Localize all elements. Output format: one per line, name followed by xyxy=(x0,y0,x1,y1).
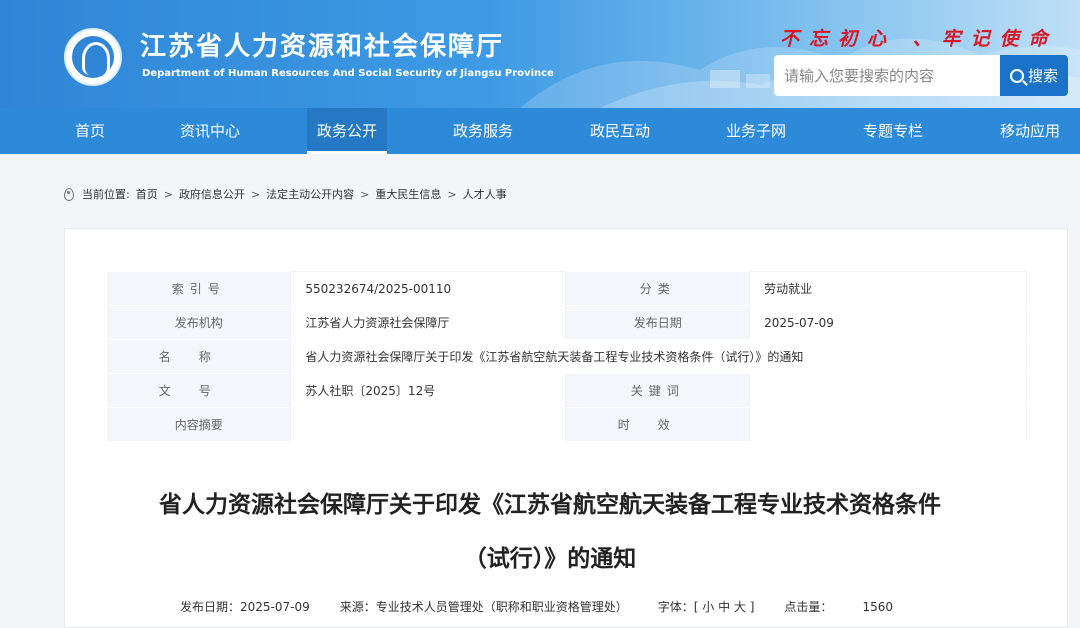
nav-item-business[interactable]: 业务子网 xyxy=(716,108,796,154)
nav-item-topics[interactable]: 专题专栏 xyxy=(853,108,933,154)
meta-value xyxy=(749,407,1027,442)
breadcrumb-item[interactable]: 人才人事 xyxy=(463,186,507,202)
source: 来源：专业技术人员管理处（职称和职业资格管理处） xyxy=(339,600,628,614)
main-nav: 首页 资讯中心 政务公开 政务服务 政民互动 业务子网 专题专栏 移动应用 xyxy=(0,108,1080,154)
font-size-selector[interactable]: 字体：[ 小 中 大 ] xyxy=(658,598,755,615)
site-logo[interactable] xyxy=(64,28,122,86)
breadcrumb-separator: > xyxy=(447,187,457,201)
nav-item-interaction[interactable]: 政民互动 xyxy=(580,108,660,154)
site-title[interactable]: 江苏省人力资源和社会保障厅 xyxy=(140,26,504,63)
breadcrumb-item[interactable]: 首页 xyxy=(136,186,158,202)
table-row: 内容摘要 时效 xyxy=(107,407,1027,442)
breadcrumb-separator: > xyxy=(163,187,173,201)
slogan: 不忘初心 、牢记使命 xyxy=(780,28,1058,50)
breadcrumb-item[interactable]: 政府信息公开 xyxy=(179,186,245,202)
document-title: 省人力资源社会保障厅关于印发《江苏省航空航天装备工程专业技术资格条件 （试行）》… xyxy=(100,478,1000,586)
breadcrumb-separator: > xyxy=(250,187,261,201)
breadcrumb: 当前位置: 首页 > 政府信息公开 > 法定主动公开内容 > 重大民生信息 > … xyxy=(64,186,507,202)
search-button-label: 搜索 xyxy=(1027,67,1058,85)
breadcrumb-separator: > xyxy=(360,187,370,201)
document-title-line: 省人力资源社会保障厅关于印发《江苏省航空航天装备工程专业技术资格条件 xyxy=(159,492,941,518)
meta-value: 苏人社职〔2025〕12号 xyxy=(290,373,567,408)
meta-key: 关键词 xyxy=(565,373,750,408)
table-row: 索引号 550232674/2025-00110 分类 劳动就业 xyxy=(107,271,1027,306)
table-row: 文号 苏人社职〔2025〕12号 关键词 xyxy=(107,373,1027,408)
document-meta-table: 索引号 550232674/2025-00110 分类 劳动就业 发布机构 江苏… xyxy=(107,271,1027,442)
meta-key: 发布日期 xyxy=(565,305,750,340)
click-count: 点击量： 1560 xyxy=(784,600,893,614)
meta-value xyxy=(749,373,1027,408)
meta-key: 分类 xyxy=(565,271,750,306)
breadcrumb-prefix: 当前位置: xyxy=(82,188,130,201)
nav-item-gov-affairs[interactable]: 政务公开 xyxy=(307,108,387,154)
meta-key: 时效 xyxy=(565,407,750,442)
nav-item-home[interactable]: 首页 xyxy=(50,108,130,154)
breadcrumb-item[interactable]: 法定主动公开内容 xyxy=(266,186,354,202)
meta-value xyxy=(290,407,567,442)
search-icon xyxy=(1009,68,1024,83)
site-header: 江苏省人力资源和社会保障厅 Department of Human Resour… xyxy=(0,0,1080,108)
meta-key: 文号 xyxy=(107,373,291,408)
meta-key: 索引号 xyxy=(107,271,291,306)
meta-value: 劳动就业 xyxy=(749,271,1027,306)
nav-item-news[interactable]: 资讯中心 xyxy=(170,108,250,154)
meta-key: 名称 xyxy=(107,339,291,374)
meta-value: 2025-07-09 xyxy=(749,305,1027,340)
table-row: 名称 省人力资源社会保障厅关于印发《江苏省航空航天装备工程专业技术资格条件（试行… xyxy=(107,339,1027,374)
search-input[interactable] xyxy=(774,55,1000,96)
meta-value: 省人力资源社会保障厅关于印发《江苏省航空航天装备工程专业技术资格条件（试行）》的… xyxy=(290,339,1027,374)
location-pin-icon xyxy=(64,187,74,201)
meta-value: 550232674/2025-00110 xyxy=(290,271,567,306)
meta-value: 江苏省人力资源社会保障厅 xyxy=(290,305,567,340)
breadcrumb-item[interactable]: 重大民生信息 xyxy=(375,186,441,202)
document-title-line: （试行）》的通知 xyxy=(463,546,637,572)
nav-item-services[interactable]: 政务服务 xyxy=(443,108,523,154)
site-subtitle: Department of Human Resources And Social… xyxy=(142,68,554,79)
nav-item-mobile[interactable]: 移动应用 xyxy=(990,108,1070,154)
document-info-bar: 发布日期：2025-07-09 来源：专业技术人员管理处（职称和职业资格管理处）… xyxy=(180,598,893,615)
meta-key: 内容摘要 xyxy=(107,407,291,442)
publish-date: 发布日期：2025-07-09 xyxy=(180,600,310,614)
search-button[interactable]: 搜索 xyxy=(1000,55,1068,96)
meta-key: 发布机构 xyxy=(107,305,291,340)
table-row: 发布机构 江苏省人力资源社会保障厅 发布日期 2025-07-09 xyxy=(107,305,1027,340)
